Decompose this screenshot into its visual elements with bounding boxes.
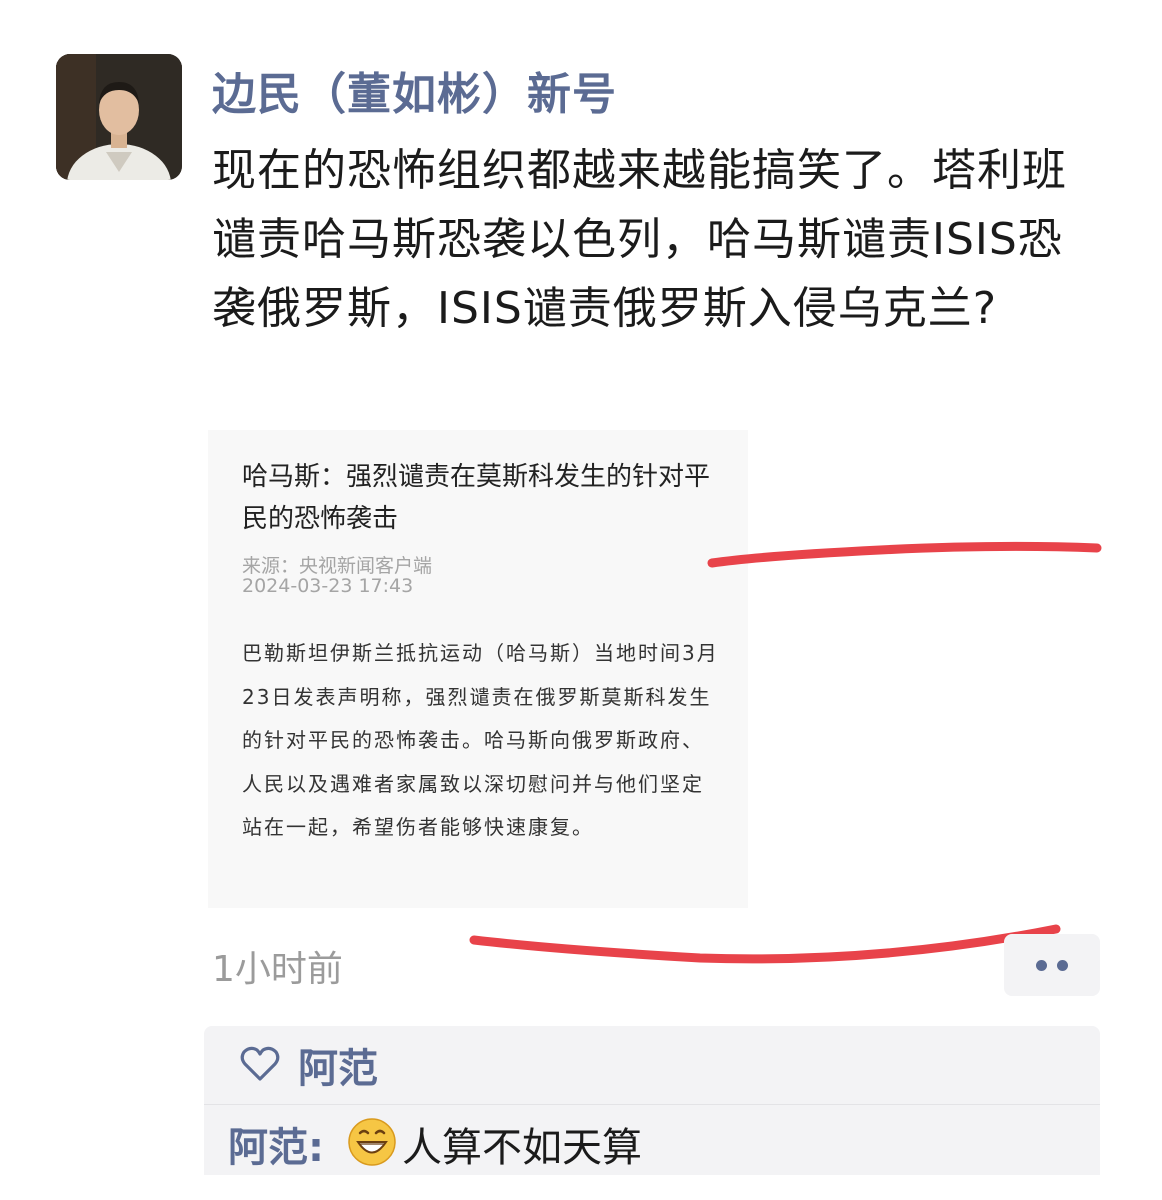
shared-article-card[interactable]: 哈马斯：强烈谴责在莫斯科发生的针对平民的恐怖袭击 来源：央视新闻客户端 2024… bbox=[208, 430, 748, 908]
article-source: 来源：央视新闻客户端 bbox=[242, 555, 433, 577]
red-underline-1 bbox=[707, 541, 1102, 568]
article-title: 哈马斯：强烈谴责在莫斯科发生的针对平民的恐怖袭击 bbox=[242, 462, 711, 534]
comment-author[interactable]: 阿范: bbox=[228, 1115, 324, 1173]
article-body: 巴勒斯坦伊斯兰抵抗运动（哈马斯）当地时间3月23日发表声明称，强烈谴责在俄罗斯莫… bbox=[242, 641, 719, 839]
red-underline-2 bbox=[469, 924, 1061, 964]
post-author-name[interactable]: 边民（董如彬）新号 bbox=[212, 58, 617, 122]
heart-icon bbox=[240, 1046, 280, 1081]
more-dot-icon bbox=[1036, 959, 1047, 971]
liker-name[interactable]: 阿范 bbox=[298, 1036, 378, 1094]
comment-text: 人算不如天算 bbox=[402, 1125, 642, 1171]
avatar-photo bbox=[56, 54, 182, 180]
article-date: 2024-03-23 17:43 bbox=[242, 575, 414, 597]
more-dot-icon bbox=[1057, 959, 1068, 971]
more-options-button[interactable] bbox=[1004, 934, 1100, 996]
avatar[interactable] bbox=[56, 54, 182, 180]
comment-item[interactable]: 阿范: 人算不如天算 bbox=[204, 1105, 1100, 1175]
grinning-emoji-icon bbox=[348, 1118, 396, 1166]
post-time: 1小时前 bbox=[212, 949, 343, 990]
likes-panel: 阿范 bbox=[204, 1026, 1100, 1104]
post-text: 现在的恐怖组织都越来越能搞笑了。塔利班谴责哈马斯恐袭以色列，哈马斯谴责ISIS恐… bbox=[212, 145, 1067, 334]
